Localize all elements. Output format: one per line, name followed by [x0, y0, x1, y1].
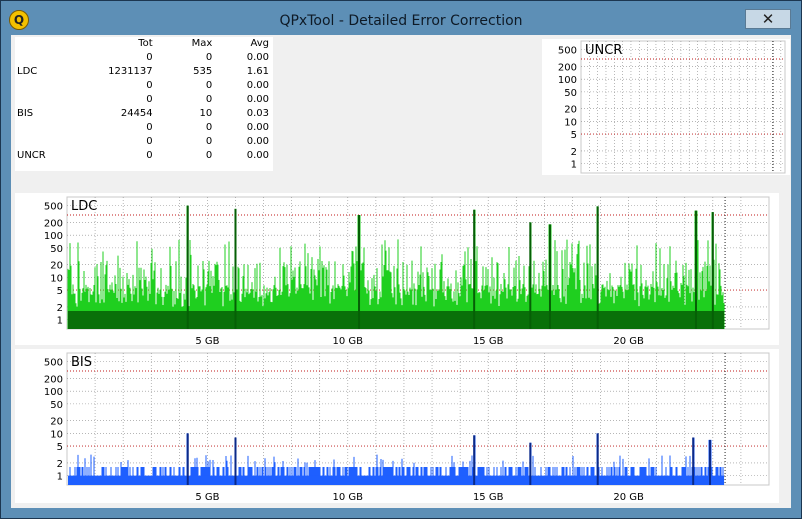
- cell-max: 0: [205, 150, 213, 161]
- row-label: [15, 51, 61, 65]
- table-header-row: Tot Max Avg: [15, 37, 273, 51]
- y-tick-label: 5: [57, 442, 63, 453]
- cell-max: 10: [199, 108, 213, 119]
- x-tick-label: 10 GB: [333, 492, 364, 503]
- column-header-max: Max: [191, 38, 213, 49]
- x-tick-label: 20 GB: [613, 336, 644, 345]
- client-area: Tot Max Avg 0 0 0.00 LDC 1231137 535 1.61 000…: [11, 35, 791, 508]
- y-tick-label: 1: [57, 316, 63, 327]
- cell-avg: 0.00: [246, 94, 269, 105]
- cell-avg: 0.00: [246, 52, 269, 63]
- bis-chart: 500 200 100 50 20 10 5 2 1 5 GB 10 GB 15 GB 20 GB BIS: [15, 349, 779, 503]
- y-tick-label: 2: [57, 303, 63, 314]
- title-bar[interactable]: Q QPxTool - Detailed Error Correction ✕: [1, 1, 801, 35]
- uncr-chart: 5002001005020105215 GB10 GB15 GB20 GBUNC…: [542, 39, 790, 175]
- y-tick-label: 100: [44, 231, 63, 242]
- row-label: UNCR: [17, 150, 46, 161]
- table-row: UNCR 0 0 0.00: [15, 149, 273, 163]
- y-tick-label: 5: [57, 286, 63, 297]
- y-tick-label: 100: [558, 75, 577, 86]
- y-tick-label: 50: [50, 400, 63, 411]
- y-tick-label: 1: [57, 472, 63, 483]
- cell-tot: 0: [146, 136, 153, 147]
- x-tick-label: 15 GB: [473, 492, 504, 503]
- chart-title: BIS: [71, 355, 92, 370]
- cell-avg: 0.00: [246, 150, 269, 161]
- cell-avg: 1.61: [246, 66, 269, 77]
- cell-max: 535: [193, 66, 213, 77]
- y-tick-label: 200: [558, 62, 577, 73]
- cell-avg: 0.00: [246, 136, 269, 147]
- row-label: [15, 135, 61, 149]
- ldc-chart-svg: 5002001005020105215 GB 10 GB 15 GB 20 GBLDC: [44, 196, 770, 345]
- cell-tot: 24454: [120, 108, 153, 119]
- table-row: 0 0 0.00: [15, 93, 273, 107]
- table-row: 0 0 0.00: [15, 79, 273, 93]
- y-tick-label: 200: [44, 374, 63, 385]
- ldc-baseline-band: [68, 311, 725, 329]
- ldc-chart: 500 200 100 50 20 10 5 2 1 5 GB 10 GB 15 GB 20 GB LDC: [15, 193, 779, 345]
- plot-area: [580, 40, 786, 174]
- row-label: [15, 121, 61, 135]
- y-tick-label: 200: [44, 218, 63, 229]
- cell-tot: 0: [146, 122, 153, 133]
- column-header-avg: Avg: [250, 38, 269, 49]
- row-label: [15, 93, 61, 107]
- y-tick-label: 10: [50, 273, 63, 284]
- bis-baseline-band: [68, 475, 725, 485]
- y-tick-label: 5: [571, 130, 577, 141]
- table-row: 0 0 0.00: [15, 121, 273, 135]
- table-row: BIS 24454 10 0.03: [15, 107, 273, 121]
- cell-tot: 0: [146, 80, 153, 91]
- y-tick-label: 20: [564, 105, 577, 116]
- error-summary-table: Tot Max Avg 0 0 0.00 LDC 1231137 535 1.61 000…: [15, 37, 273, 171]
- row-label: [15, 79, 61, 93]
- x-tick-label: 5 GB: [195, 492, 219, 503]
- y-tick-label: 500: [44, 358, 63, 369]
- window-title: QPxTool - Detailed Error Correction: [279, 13, 523, 29]
- table-row: 0 0 0.00: [15, 135, 273, 149]
- column-header-tot: Tot: [138, 38, 153, 49]
- table-row: LDC 1231137 535 1.61: [15, 65, 273, 79]
- column-header: [15, 37, 61, 51]
- x-tick-label: 15 GB: [473, 336, 504, 345]
- y-tick-label: 20: [50, 261, 63, 272]
- y-tick-label: 2: [571, 147, 577, 158]
- y-tick-label: 10: [564, 117, 577, 128]
- cell-tot: 0: [146, 52, 153, 63]
- x-tick-label: 10 GB: [333, 336, 364, 345]
- app-window: Q QPxTool - Detailed Error Correction ✕ …: [0, 0, 802, 519]
- bis-chart-svg: 5002001005020105215 GB 10 GB 15 GB 20 GBBIS: [44, 352, 770, 503]
- cell-max: 0: [205, 52, 213, 63]
- y-tick-label: 2: [57, 459, 63, 470]
- y-tick-label: 10: [50, 429, 63, 440]
- cell-max: 0: [205, 94, 213, 105]
- cell-avg: 0.03: [246, 108, 269, 119]
- row-label: LDC: [17, 66, 38, 77]
- table-row: 0 0 0.00: [15, 51, 273, 65]
- plot-area: [66, 352, 770, 486]
- cell-avg: 0.00: [246, 80, 269, 91]
- x-tick-label: 20 GB: [613, 492, 644, 503]
- cell-tot: 1231137: [108, 66, 153, 77]
- y-tick-label: 50: [564, 88, 577, 99]
- chart-title: UNCR: [585, 43, 622, 58]
- row-label: BIS: [17, 108, 34, 119]
- chart-title: LDC: [71, 199, 97, 214]
- cell-avg: 0.00: [246, 122, 269, 133]
- y-tick-label: 50: [50, 244, 63, 255]
- cell-max: 0: [205, 122, 213, 133]
- cell-max: 0: [205, 136, 213, 147]
- y-tick-label: 100: [44, 387, 63, 398]
- y-tick-label: 500: [558, 46, 577, 57]
- y-tick-label: 20: [50, 417, 63, 428]
- cell-max: 0: [205, 80, 213, 91]
- cell-tot: 0: [146, 150, 153, 161]
- close-button[interactable]: ✕: [745, 9, 791, 29]
- x-tick-label: 5 GB: [195, 336, 219, 345]
- uncr-chart-svg: 5002001005020105215 GB10 GB15 GB20 GBUNC…: [558, 40, 786, 174]
- y-tick-label: 1: [571, 160, 577, 171]
- cell-tot: 0: [146, 94, 153, 105]
- y-tick-label: 500: [44, 202, 63, 213]
